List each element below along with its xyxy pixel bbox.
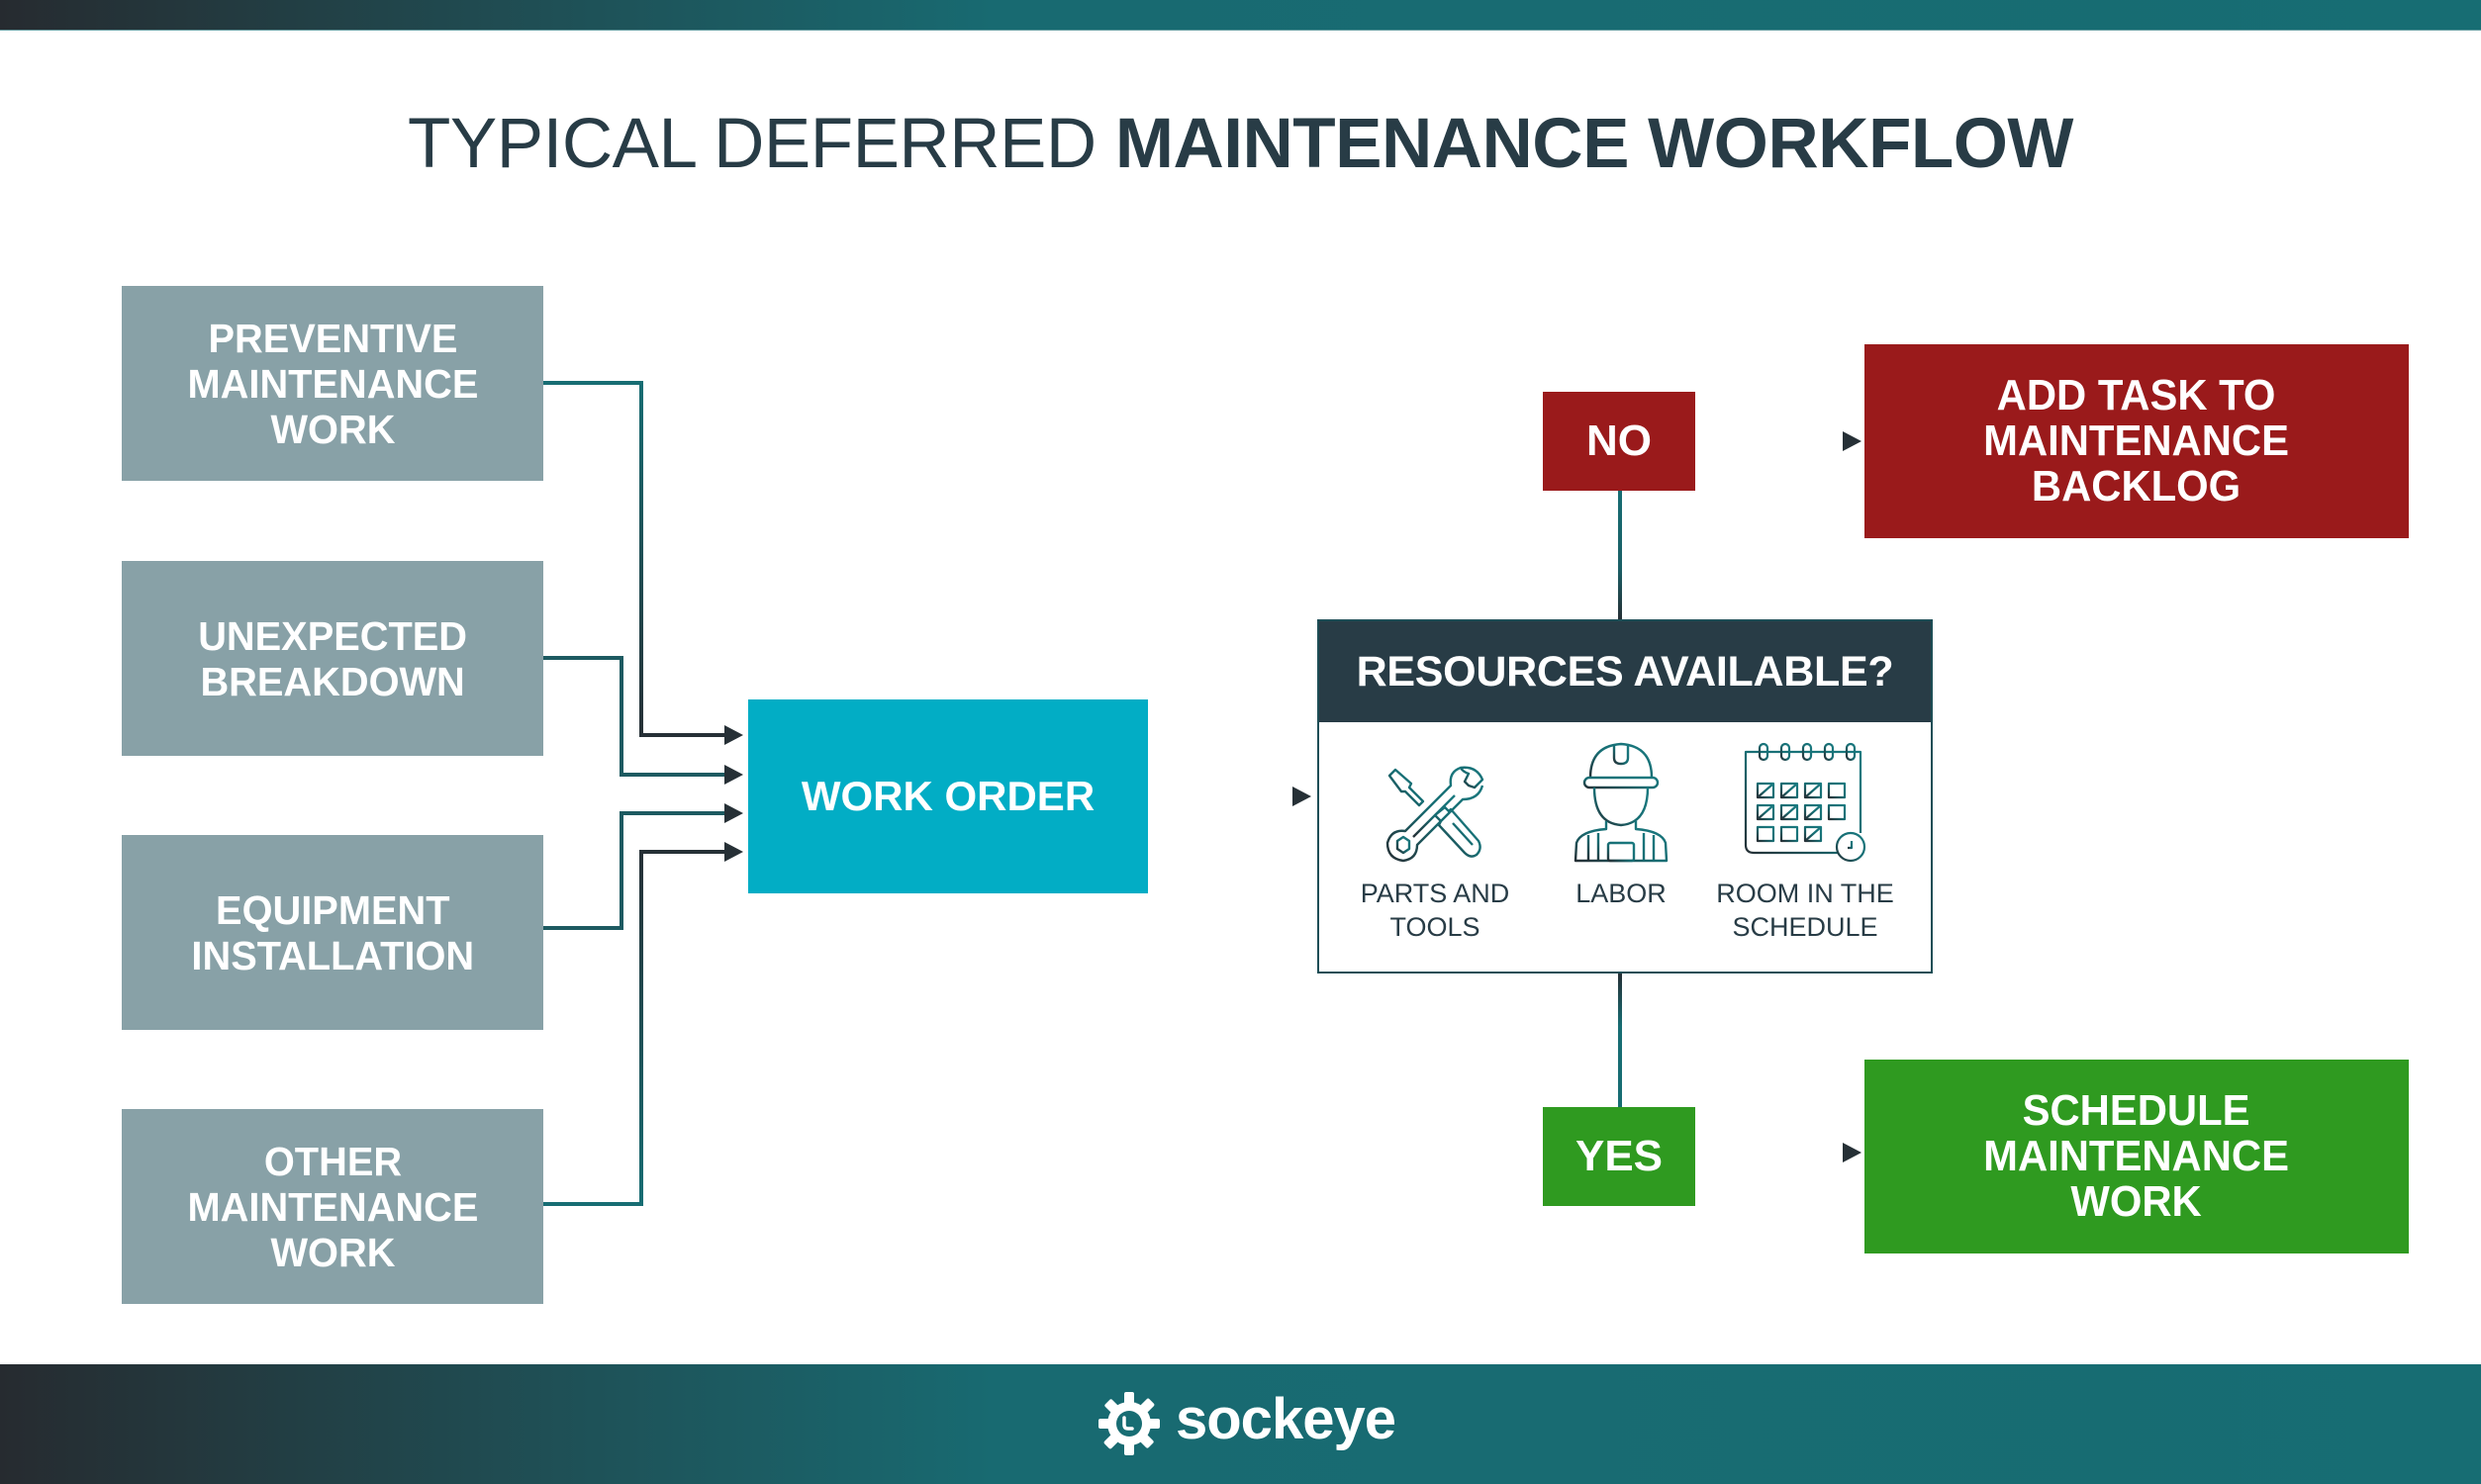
brand-name: sockeye xyxy=(1176,1387,1396,1451)
resource-parts-and-tools: PARTS AND TOOLS xyxy=(1336,736,1534,944)
title-bold-part: MAINTENANCE WORKFLOW xyxy=(1114,105,2074,183)
work-order-label: WORK ORDER xyxy=(801,773,1096,819)
source-other-maintenance: OTHER MAINTENANCE WORK xyxy=(122,1109,543,1304)
outcome-backlog-label: ADD TASK TO MAINTENANCE BACKLOG xyxy=(1983,371,2290,510)
outcome-add-to-backlog: ADD TASK TO MAINTENANCE BACKLOG xyxy=(1864,344,2409,538)
source-label: OTHER MAINTENANCE WORK xyxy=(187,1138,478,1275)
sockeye-logo: sockeye xyxy=(1098,1387,1396,1458)
work-order-node: WORK ORDER xyxy=(748,699,1148,893)
resource-label: PARTS AND TOOLS xyxy=(1360,879,1510,942)
arrowhead-other xyxy=(724,842,743,862)
page-title: TYPICAL DEFERRED MAINTENANCE WORKFLOW xyxy=(0,103,2481,186)
decision-no: NO xyxy=(1543,392,1695,491)
outcome-schedule-label: SCHEDULE MAINTENANCE WORK xyxy=(1983,1086,2290,1226)
resource-label: LABOR xyxy=(1575,879,1667,908)
arrowhead-no-outcome xyxy=(1843,431,1861,451)
worker-icon xyxy=(1574,742,1669,863)
connector-equipment xyxy=(543,811,727,930)
resource-label: ROOM IN THE SCHEDULE xyxy=(1716,879,1894,942)
resources-header: RESOURCES AVAILABLE? xyxy=(1319,621,1931,722)
arrowhead-yes-outcome xyxy=(1843,1143,1861,1162)
calendar-icon xyxy=(1744,742,1866,863)
resource-room-in-schedule: ROOM IN THE SCHEDULE xyxy=(1706,736,1904,944)
connector-other xyxy=(543,850,727,1206)
tools-icon xyxy=(1385,766,1484,863)
resources-available-node: RESOURCES AVAILABLE? PARTS AND TOOLS LAB… xyxy=(1317,619,1933,974)
source-preventive-maintenance: PREVENTIVE MAINTENANCE WORK xyxy=(122,286,543,481)
source-unexpected-breakdown: UNEXPECTED BREAKDOWN xyxy=(122,561,543,756)
source-label: EQUIPMENT INSTALLATION xyxy=(191,886,474,978)
top-banner xyxy=(0,0,2481,31)
arrowhead-work-order xyxy=(1292,787,1311,806)
arrowhead-equipment xyxy=(724,803,743,823)
title-light-part: TYPICAL DEFERRED xyxy=(408,105,1097,183)
arrowhead-breakdown xyxy=(724,765,743,785)
arrowhead-preventive xyxy=(724,725,743,745)
connector-preventive xyxy=(543,381,727,737)
decision-yes: YES xyxy=(1543,1107,1695,1206)
decision-yes-label: YES xyxy=(1574,1132,1664,1180)
decision-no-label: NO xyxy=(1586,417,1652,465)
source-label: UNEXPECTED BREAKDOWN xyxy=(198,612,467,704)
sockeye-gear-icon xyxy=(1098,1392,1160,1455)
connector-breakdown xyxy=(543,656,727,777)
resource-labor: LABOR xyxy=(1522,736,1720,910)
source-label: PREVENTIVE MAINTENANCE WORK xyxy=(187,315,478,452)
outcome-schedule-work: SCHEDULE MAINTENANCE WORK xyxy=(1864,1060,2409,1253)
source-equipment-installation: EQUIPMENT INSTALLATION xyxy=(122,835,543,1030)
